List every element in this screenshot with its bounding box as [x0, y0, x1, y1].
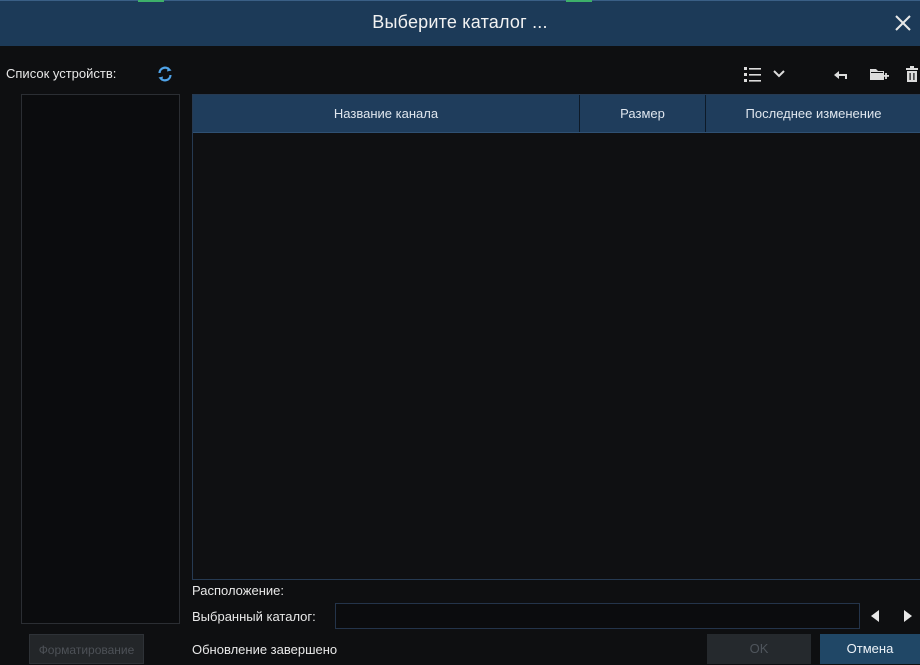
prev-button[interactable]	[862, 603, 890, 629]
back-arrow-icon	[834, 71, 847, 79]
triangle-right-icon	[904, 610, 912, 622]
device-list-panel[interactable]	[21, 94, 180, 624]
title-accent-mark	[566, 0, 592, 2]
device-list-label: Список устройств:	[6, 66, 117, 81]
column-header-channel-name[interactable]: Название канала	[193, 95, 580, 132]
selected-directory-label: Выбранный каталог:	[192, 609, 316, 624]
close-icon	[895, 15, 911, 31]
selected-directory-field[interactable]	[335, 603, 860, 629]
chevron-down-icon	[773, 70, 785, 78]
location-label: Расположение:	[192, 583, 284, 598]
list-view-icon	[744, 67, 761, 82]
triangle-left-icon	[871, 610, 879, 622]
new-folder-icon	[870, 69, 889, 80]
new-folder-button[interactable]	[869, 65, 889, 83]
title-accent-mark	[138, 0, 164, 2]
view-mode-button[interactable]	[743, 65, 789, 83]
file-table[interactable]: Название канала Размер Последнее изменен…	[192, 94, 920, 580]
trash-icon	[906, 66, 918, 82]
cancel-button[interactable]: Отмена	[820, 634, 920, 664]
refresh-button[interactable]	[156, 65, 174, 83]
refresh-icon	[158, 66, 172, 82]
format-button[interactable]: Форматирование	[29, 634, 144, 664]
column-header-last-modified[interactable]: Последнее изменение	[706, 95, 920, 132]
file-table-header: Название канала Размер Последнее изменен…	[193, 95, 920, 133]
dialog-titlebar: Выберите каталог ...	[0, 0, 920, 46]
dialog-title: Выберите каталог ...	[372, 12, 548, 32]
column-header-size[interactable]: Размер	[580, 95, 706, 132]
ok-button[interactable]: OK	[707, 634, 811, 664]
next-button[interactable]	[892, 603, 920, 629]
close-button[interactable]	[890, 10, 916, 36]
delete-button[interactable]	[904, 65, 920, 83]
back-button[interactable]	[832, 65, 850, 83]
status-text: Обновление завершено	[192, 642, 338, 657]
